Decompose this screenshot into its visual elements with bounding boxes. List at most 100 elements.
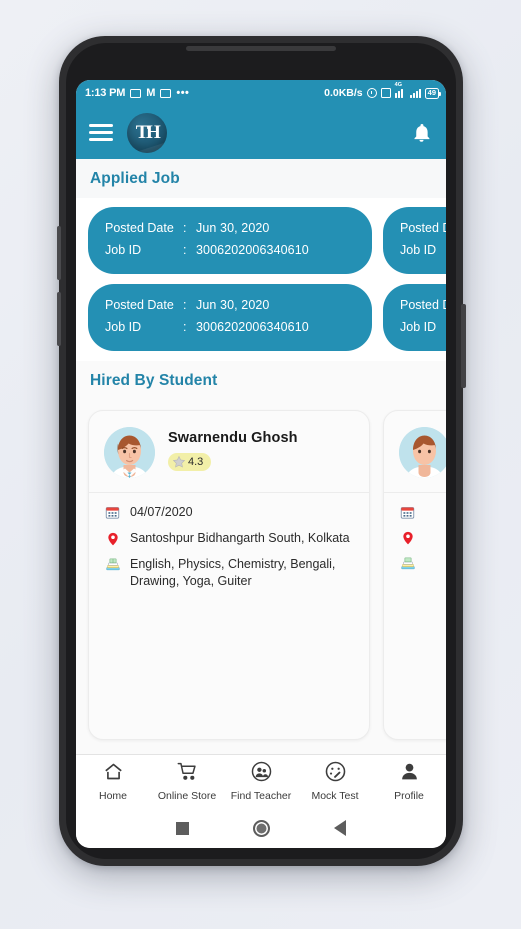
applied-job-title: Applied Job: [90, 170, 180, 187]
books-icon: [399, 555, 416, 571]
star-icon: [172, 455, 186, 468]
job-colon: :: [183, 297, 187, 312]
job-card[interactable]: Posted Date : Jun 30, 2020 Job ID : 3006…: [383, 207, 446, 274]
applied-job-row: Posted Date : Jun 30, 2020 Job ID : 3006…: [76, 207, 446, 274]
job-posted-date-label: Posted Date: [105, 221, 174, 235]
mail-icon: [160, 88, 172, 98]
calendar-icon: [104, 504, 121, 520]
job-card[interactable]: Posted Date : Jun 30, 2020 Job ID : 3006…: [88, 207, 372, 274]
student-card[interactable]: [383, 409, 446, 740]
hired-by-student-header: Hired By Student: [76, 360, 446, 400]
student-subjects-row: [399, 555, 446, 571]
job-id-line: Job ID : 3006202006340610: [400, 240, 446, 262]
job-posted-date-line: Posted Date : Jun 30, 2020: [105, 218, 355, 240]
screenshot-icon: [130, 88, 142, 98]
student-card-details: 04/07/2020 Santoshpur Bidhangarth South,…: [89, 493, 369, 605]
gauge-icon: [325, 761, 346, 787]
books-icon: [104, 556, 121, 572]
job-posted-date-label: Posted Date: [400, 297, 446, 312]
grid-icon: [380, 88, 391, 98]
nav-label-online-store: Online Store: [157, 790, 217, 802]
nav-label-mock-test: Mock Test: [311, 790, 359, 802]
hired-by-student-title: Hired By Student: [90, 371, 218, 389]
network-speed: 0.0KB/s: [324, 87, 363, 99]
job-posted-date-line: Posted Date : Jun 30, 2020: [400, 295, 446, 317]
student-date-row: [399, 504, 446, 520]
applied-job-header: Applied Job: [76, 159, 446, 198]
avatar: [399, 426, 446, 478]
job-id-line: Job ID : 3006202006340610: [105, 240, 355, 262]
signal-icon: [409, 88, 421, 98]
student-location-row: Santoshpur Bidhangarth South, Kolkata: [104, 530, 354, 547]
nav-label-home: Home: [98, 790, 127, 802]
location-pin-icon: [399, 529, 416, 546]
home-circle-icon[interactable]: [253, 819, 270, 837]
avatar: [104, 426, 155, 478]
job-id-label: Job ID: [105, 242, 142, 257]
job-posted-date-label: Posted Date: [400, 221, 446, 235]
student-location-row: [399, 529, 446, 546]
recents-square-icon[interactable]: [176, 821, 189, 835]
job-id-line: Job ID : 3006202006340610: [105, 317, 355, 339]
nav-item-find-teacher[interactable]: Find Teacher: [224, 761, 298, 802]
job-card[interactable]: Posted Date : Jun 30, 2020 Job ID : 3006…: [88, 283, 372, 351]
student-name: Swarnendu Ghosh: [168, 430, 298, 446]
signal-4g-icon: 4G: [394, 82, 406, 98]
student-card[interactable]: Swarnendu Ghosh 4.3 04/07/2020 Santoshpu…: [88, 409, 370, 740]
status-bar-left: 1:13 PM M •••: [85, 87, 189, 99]
status-time: 1:13 PM: [85, 87, 126, 99]
job-colon: :: [183, 319, 187, 334]
nav-item-online-store[interactable]: Online Store: [150, 761, 224, 802]
student-card-header: [384, 425, 446, 493]
hired-by-student-carousel[interactable]: Swarnendu Ghosh 4.3 04/07/2020 Santoshpu…: [76, 399, 446, 754]
volume-up-button[interactable]: [57, 226, 61, 280]
alarm-icon: [366, 88, 377, 98]
student-card-details: [384, 493, 446, 585]
phone-screen: 1:13 PM M ••• 0.0KB/s 4G 49 TH Applied J…: [76, 80, 446, 848]
network-gen-label: 4G: [394, 82, 402, 88]
battery-icon: 49: [424, 87, 442, 99]
status-bar-right: 0.0KB/s 4G 49: [324, 82, 442, 99]
speaker-grille: [186, 46, 336, 51]
job-id-value: 3006202006340610: [196, 242, 309, 257]
nav-label-find-teacher: Find Teacher: [230, 790, 292, 802]
job-id-label: Job ID: [400, 242, 437, 257]
status-badge: 4.3: [168, 453, 212, 471]
person-icon: [399, 761, 420, 787]
status-bar: 1:13 PM M ••• 0.0KB/s 4G 49: [76, 80, 446, 106]
phone-device: 1:13 PM M ••• 0.0KB/s 4G 49 TH Applied J…: [57, 36, 466, 866]
job-card[interactable]: Posted Date : Jun 30, 2020 Job ID : 3006…: [383, 283, 446, 351]
nav-label-profile: Profile: [394, 790, 424, 802]
bottom-navigation: Home Online Store Find Teacher Mock Test…: [76, 754, 446, 808]
hamburger-menu-icon[interactable]: [89, 120, 113, 145]
people-circle-icon: [251, 761, 272, 787]
nav-item-mock-test[interactable]: Mock Test: [298, 761, 372, 802]
job-id-label: Job ID: [105, 319, 142, 334]
applied-job-row: Posted Date : Jun 30, 2020 Job ID : 3006…: [76, 283, 446, 351]
job-id-line: Job ID : 3006202006340610: [400, 317, 446, 339]
app-bar: TH: [76, 106, 446, 159]
nav-item-home[interactable]: Home: [76, 761, 150, 802]
student-meta: Swarnendu Ghosh 4.3: [168, 430, 298, 474]
student-subjects: English, Physics, Chemistry, Bengali, Dr…: [130, 557, 336, 589]
job-colon: :: [183, 242, 187, 257]
app-logo-text: TH: [135, 121, 161, 143]
job-posted-date-value: Jun 30, 2020: [196, 297, 270, 312]
job-posted-date-line: Posted Date : Jun 30, 2020: [400, 218, 446, 240]
rating-value: 4.3: [188, 456, 204, 468]
job-posted-date-value: Jun 30, 2020: [196, 221, 270, 235]
bell-icon[interactable]: [411, 122, 432, 144]
calendar-icon: [399, 504, 416, 520]
nav-item-profile[interactable]: Profile: [372, 761, 446, 802]
student-date-row: 04/07/2020: [104, 504, 354, 521]
job-id-label: Job ID: [400, 319, 437, 334]
back-triangle-icon[interactable]: [334, 820, 346, 836]
student-location: Santoshpur Bidhangarth South, Kolkata: [130, 530, 350, 545]
app-logo[interactable]: TH: [127, 112, 167, 153]
battery-level: 49: [427, 88, 436, 98]
student-date: 04/07/2020: [130, 504, 193, 519]
applied-job-carousel[interactable]: Posted Date : Jun 30, 2020 Job ID : 3006…: [76, 198, 446, 361]
volume-down-button[interactable]: [57, 292, 61, 346]
student-subjects-row: English, Physics, Chemistry, Bengali, Dr…: [104, 556, 354, 591]
power-button[interactable]: [461, 304, 466, 388]
